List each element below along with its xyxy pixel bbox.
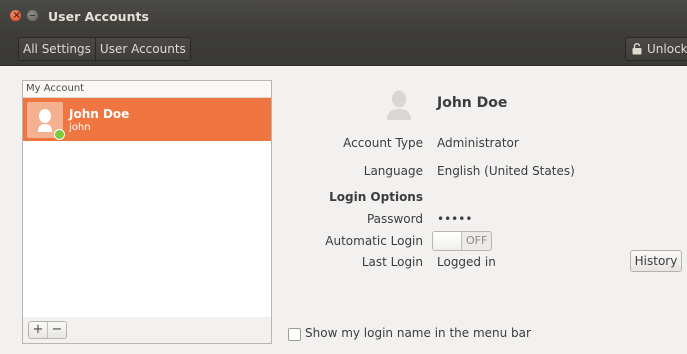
show-login-name-label[interactable]: Show my login name in the menu bar — [305, 326, 531, 340]
account-type-label: Account Type — [343, 136, 423, 150]
breadcrumb-user-accounts[interactable]: User Accounts — [94, 38, 190, 60]
password-value[interactable]: ••••• — [437, 212, 472, 226]
minimize-icon[interactable] — [27, 10, 38, 21]
unlock-label: Unlock — [647, 42, 687, 56]
breadcrumb-all-settings[interactable]: All Settings — [19, 38, 95, 60]
user-avatar-icon[interactable] — [381, 86, 417, 122]
password-label: Password — [366, 212, 423, 226]
automatic-login-label: Automatic Login — [325, 234, 423, 248]
toggle-knob — [433, 232, 462, 250]
breadcrumb: All Settings User Accounts — [18, 37, 191, 61]
login-options-heading: Login Options — [329, 190, 423, 204]
lock-icon — [632, 43, 642, 55]
window-title: User Accounts — [48, 9, 149, 24]
user-row-name: John Doe — [69, 107, 130, 121]
automatic-login-toggle[interactable]: OFF — [432, 231, 492, 251]
add-user-button[interactable]: + — [29, 322, 47, 338]
show-login-name-checkbox[interactable] — [288, 328, 301, 341]
remove-user-button[interactable]: − — [47, 322, 66, 338]
user-row-john-doe[interactable]: John Doe john — [23, 98, 271, 141]
user-row-login: john — [69, 122, 91, 133]
online-status-icon — [54, 129, 65, 140]
history-button[interactable]: History — [630, 250, 682, 272]
last-login-value: Logged in — [437, 255, 496, 269]
language-label: Language — [363, 164, 423, 178]
close-icon[interactable] — [10, 10, 21, 21]
account-type-value[interactable]: Administrator — [437, 136, 519, 150]
user-display-name[interactable]: John Doe — [437, 95, 507, 111]
add-remove-group: + − — [28, 321, 67, 339]
unlock-button[interactable]: Unlock — [625, 37, 687, 61]
list-header: My Account — [23, 81, 271, 98]
toolbar: All Settings User Accounts Unlock — [0, 32, 687, 66]
title-bar: User Accounts — [0, 0, 687, 32]
user-list: My Account John Doe john — [22, 80, 272, 318]
language-value[interactable]: English (United States) — [437, 164, 575, 178]
toggle-state: OFF — [466, 234, 488, 247]
list-controls: + − — [22, 317, 272, 344]
last-login-label: Last Login — [361, 255, 423, 269]
